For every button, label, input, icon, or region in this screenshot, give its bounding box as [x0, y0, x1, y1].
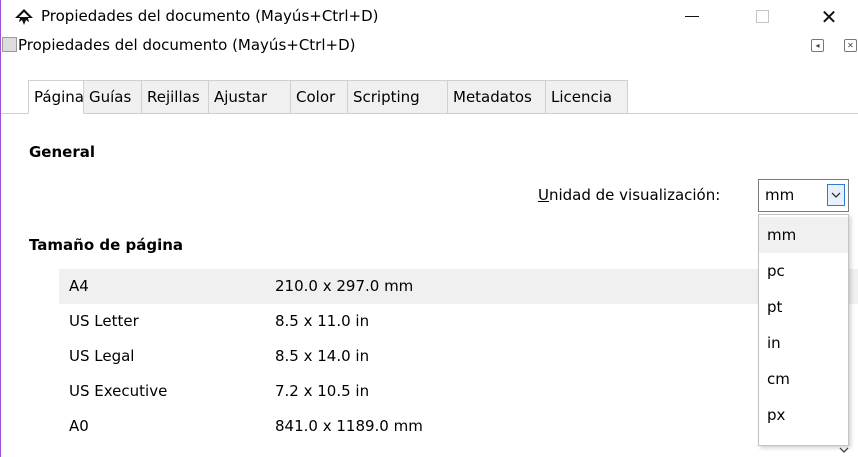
page-size-dimensions: 7.2 x 10.5 in [275, 382, 370, 400]
inkscape-icon [15, 9, 33, 25]
page-size-dimensions: 8.5 x 14.0 in [275, 347, 370, 365]
page-size-heading: Tamaño de página [29, 236, 184, 254]
dialog-icon [2, 37, 17, 52]
close-icon: ✕ [820, 4, 838, 29]
unit-option-mm[interactable]: mm [759, 217, 848, 253]
document-properties-window: Propiedades del documento (Mayús+Ctrl+D)… [0, 0, 858, 457]
list-item[interactable]: US Letter 8.5 x 11.0 in [59, 304, 858, 339]
minimize-button[interactable] [669, 0, 715, 33]
dropdown-button[interactable] [827, 184, 845, 206]
window-title: Propiedades del documento (Mayús+Ctrl+D) [41, 7, 379, 25]
page-size-list[interactable]: A4 210.0 x 297.0 mm US Letter 8.5 x 11.0… [59, 269, 858, 457]
list-item[interactable]: A0 841.0 x 1189.0 mm [59, 409, 858, 444]
display-unit-value: mm [765, 186, 795, 204]
display-unit-select[interactable]: mm [758, 179, 849, 212]
page-size-dimensions: 210.0 x 297.0 mm [275, 277, 414, 295]
dock-close-icon: ✕ [847, 41, 854, 50]
display-unit-label-rest: nidad de visualización: [548, 186, 721, 204]
unit-option-pc[interactable]: pc [759, 253, 848, 289]
close-button[interactable]: ✕ [806, 0, 852, 33]
tab-metadatos[interactable]: Metadatos [448, 80, 546, 114]
page-size-dimensions: 841.0 x 1189.0 mm [275, 417, 423, 435]
tab-color[interactable]: Color [291, 80, 348, 114]
dock-close-button[interactable]: ✕ [844, 39, 857, 52]
title-bar[interactable]: Propiedades del documento (Mayús+Ctrl+D)… [1, 0, 858, 33]
maximize-button[interactable] [739, 0, 785, 33]
page-size-name: US Letter [69, 312, 139, 330]
list-item[interactable]: A4 210.0 x 297.0 mm [59, 269, 858, 304]
page-size-dimensions: 8.5 x 11.0 in [275, 312, 370, 330]
tab-rejillas[interactable]: Rejillas [142, 80, 209, 114]
display-unit-dropdown: mm pc pt in cm px [758, 214, 849, 446]
display-unit-label: Unidad de visualización: [538, 186, 720, 204]
list-item[interactable]: US Executive 7.2 x 10.5 in [59, 374, 858, 409]
page-size-name: A0 [69, 417, 89, 435]
tab-guias[interactable]: Guías [84, 80, 142, 114]
minimize-icon [685, 16, 699, 17]
tab-scripting[interactable]: Scripting [348, 80, 448, 114]
list-item[interactable]: US Legal 8.5 x 14.0 in [59, 339, 858, 374]
dock-iconify-button[interactable]: ◂ [811, 39, 824, 52]
unit-option-in[interactable]: in [759, 325, 848, 361]
tab-pagina[interactable]: Página [28, 80, 84, 114]
iconify-icon: ◂ [815, 41, 820, 50]
page-size-name: A4 [69, 277, 89, 295]
display-unit-accel: U [538, 186, 549, 204]
tab-strip: Página Guías Rejillas Ajustar Color Scri… [28, 80, 628, 114]
page-size-name: US Executive [69, 382, 168, 400]
tab-ajustar[interactable]: Ajustar [209, 80, 291, 114]
general-heading: General [29, 143, 95, 161]
chevron-down-icon [831, 192, 841, 198]
unit-option-cm[interactable]: cm [759, 361, 848, 397]
page-size-name: US Legal [69, 347, 135, 365]
dock-title-text: Propiedades del documento (Mayús+Ctrl+D) [18, 36, 356, 54]
tab-licencia[interactable]: Licencia [546, 80, 628, 114]
scroll-down-icon[interactable] [839, 446, 849, 454]
unit-option-px[interactable]: px [759, 397, 848, 433]
dock-title-bar[interactable]: Propiedades del documento (Mayús+Ctrl+D) [1, 36, 356, 54]
maximize-icon [755, 10, 769, 23]
unit-option-pt[interactable]: pt [759, 289, 848, 325]
